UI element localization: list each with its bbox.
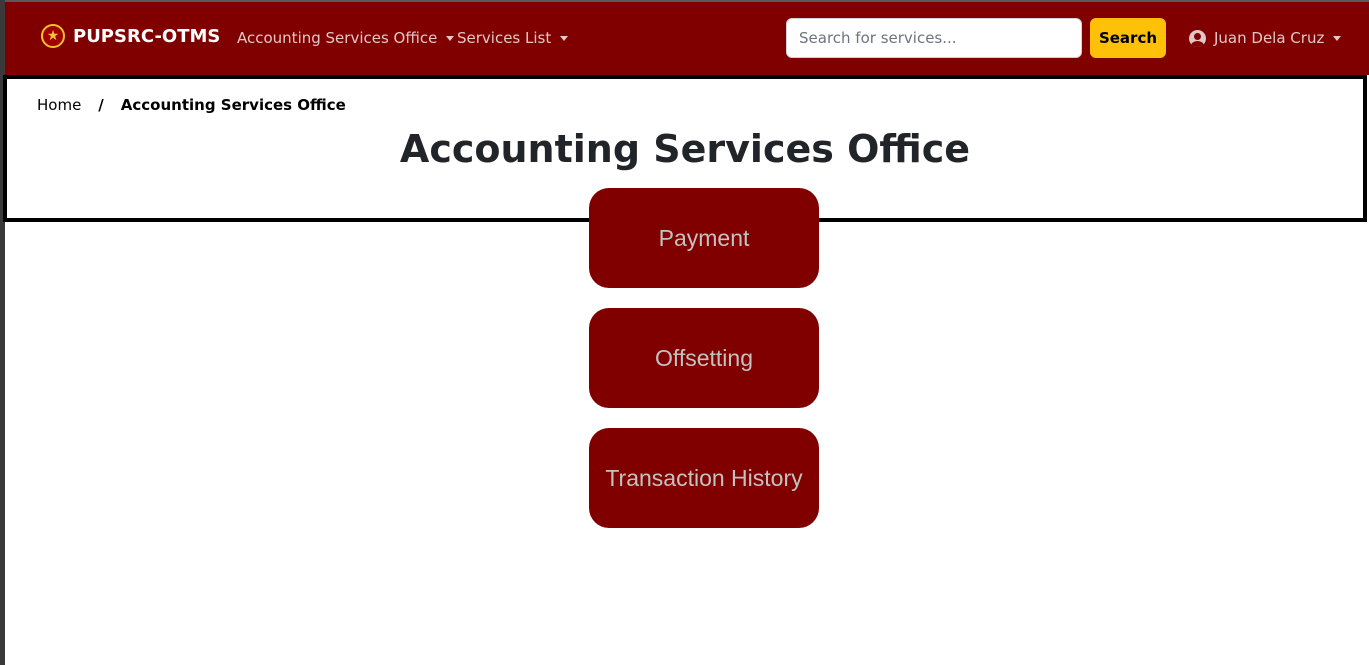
transaction-history-button[interactable]: Transaction History xyxy=(589,428,819,528)
user-name: Juan Dela Cruz xyxy=(1214,29,1325,47)
caret-down-icon xyxy=(1333,35,1342,41)
breadcrumb: Home / Accounting Services Office xyxy=(37,96,346,114)
brand-link[interactable]: ★ PUPSRC-OTMS xyxy=(41,24,220,48)
page-title: Accounting Services Office xyxy=(399,127,971,171)
search-button[interactable]: Search xyxy=(1090,18,1166,58)
caret-down-icon xyxy=(560,35,569,41)
user-circle-icon xyxy=(1189,29,1206,47)
breadcrumb-separator: / xyxy=(98,96,104,114)
breadcrumb-current: Accounting Services Office xyxy=(120,96,346,114)
user-menu-dropdown[interactable]: Juan Dela Cruz xyxy=(1189,29,1342,47)
star-logo-icon: ★ xyxy=(41,24,65,48)
services-list-dropdown[interactable]: Services List xyxy=(457,29,569,47)
brand-name: PUPSRC-OTMS xyxy=(73,25,221,47)
breadcrumb-home-link[interactable]: Home xyxy=(37,96,81,114)
payment-button[interactable]: Payment xyxy=(589,188,819,288)
services-list-label: Services List xyxy=(457,29,552,47)
navbar-divider xyxy=(5,0,1369,2)
accounting-office-dropdown[interactable]: Accounting Services Office xyxy=(237,29,455,47)
search-input[interactable] xyxy=(786,18,1082,58)
offsetting-button[interactable]: Offsetting xyxy=(589,308,819,408)
accounting-office-label: Accounting Services Office xyxy=(237,29,438,47)
caret-down-icon xyxy=(446,35,455,41)
top-navbar: ★ PUPSRC-OTMS Accounting Services Office… xyxy=(5,0,1369,75)
